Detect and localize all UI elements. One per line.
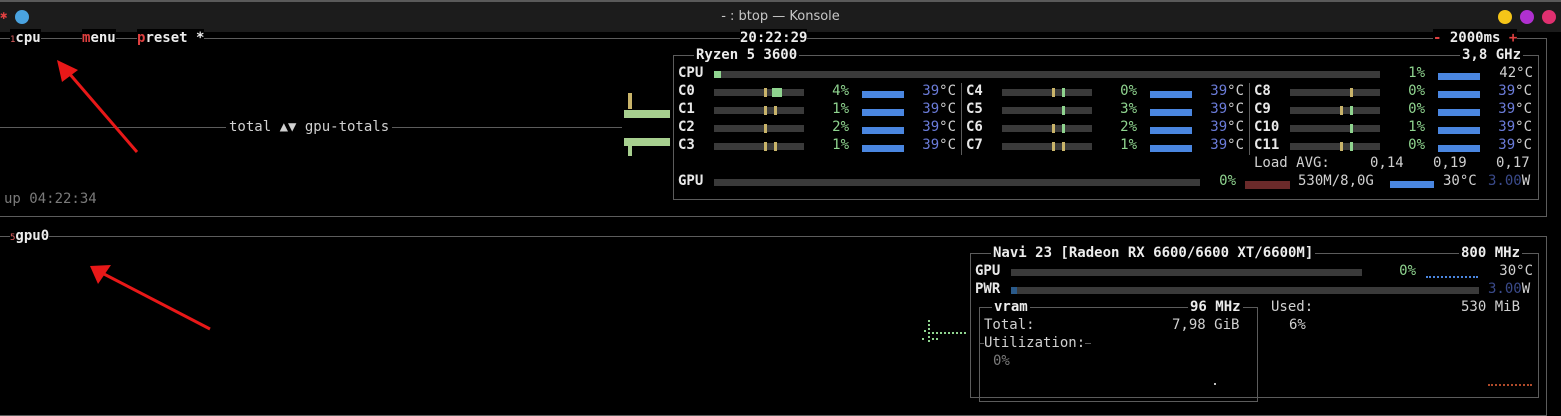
arrow-to-cpu-tab — [66, 71, 139, 153]
annotation-arrows — [57, 60, 211, 331]
arrow-to-gpu-tab — [101, 271, 211, 331]
